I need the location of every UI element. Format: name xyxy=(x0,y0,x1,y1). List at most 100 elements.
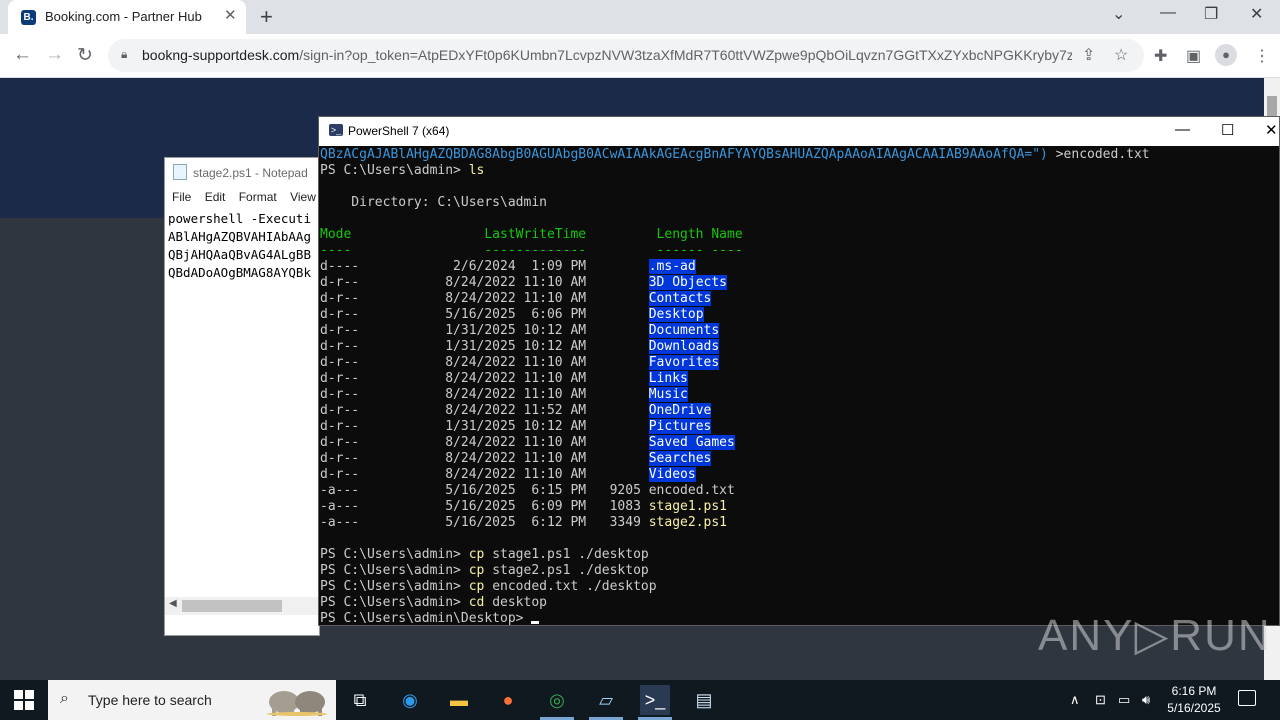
row-meta: d---- 2/6/2024 1:09 PM xyxy=(320,259,649,274)
directory-listing-row: d---- 2/6/2024 1:09 PM .ms-ad xyxy=(320,259,1279,275)
notepad-menu-format[interactable]: Format xyxy=(239,190,277,204)
scroll-left-arrow-icon[interactable]: ◀ xyxy=(169,598,177,609)
encoded-line-tail: QBzACgAJABlAHgAZQBDAG8AbgB0AGUAbgB0ACwAI… xyxy=(320,147,1048,162)
new-tab-icon[interactable]: + xyxy=(260,4,273,30)
powershell-titlebar: >_ PowerShell 7 (x64) — ☐ ✕ xyxy=(319,117,1279,146)
directory-listing-row: d-r-- 1/31/2025 10:12 AM Documents xyxy=(320,323,1279,339)
directory-listing-row: d-r-- 8/24/2022 11:52 AM OneDrive xyxy=(320,403,1279,419)
bookmark-star-icon[interactable]: ☆ xyxy=(1114,45,1128,65)
remote-desktop-icon[interactable]: ▤ xyxy=(689,685,719,715)
ps-close-icon[interactable]: ✕ xyxy=(1265,121,1278,139)
row-name: Favorites xyxy=(648,355,720,370)
notepad-line: QBdADoAOgBMAG8AYQBk xyxy=(168,265,311,280)
row-meta: -a--- 5/16/2025 6:12 PM 3349 xyxy=(320,515,649,530)
browser-minimize-icon[interactable]: — xyxy=(1160,4,1176,22)
row-name: .ms-ad xyxy=(648,259,696,274)
prompt-desktop: PS C:\Users\admin\Desktop> xyxy=(320,611,532,626)
row-name: Pictures xyxy=(648,419,712,434)
directory-listing-row: d-r-- 8/24/2022 11:10 AM Music xyxy=(320,387,1279,403)
browser-tab-active[interactable]: B. Booking.com - Partner Hub ✕ xyxy=(8,0,246,34)
search-highlight-elephants-icon xyxy=(267,691,327,716)
system-clock[interactable]: 6:16 PM 5/16/2025 xyxy=(1162,683,1226,717)
terminal-line: PS C:\Users\admin> ls xyxy=(320,163,1279,179)
directory-listing-row: d-r-- 8/24/2022 11:10 AM 3D Objects xyxy=(320,275,1279,291)
chrome-icon[interactable]: ◎ xyxy=(542,685,572,715)
notepad-line: QBjAHQAaQBvAG4ALgBB xyxy=(168,247,311,262)
taskbar-search-box[interactable]: ⌕ Type here to search xyxy=(48,680,336,720)
task-view-icon[interactable]: ⧉ xyxy=(345,685,375,715)
profile-avatar-icon[interactable]: ● xyxy=(1215,44,1237,66)
tray-network-icon[interactable]: ⊡ xyxy=(1095,692,1106,708)
powershell-icon: >_ xyxy=(329,124,343,136)
address-bar[interactable]: 🔒︎ bookng-supportdesk.com/sign-in?op_tok… xyxy=(108,39,1144,72)
notepad-text-area[interactable]: powershell -Executi ABlAHgAZQBVAHIAbAAg QB… xyxy=(168,210,311,282)
directory-listing-row: d-r-- 1/31/2025 10:12 AM Pictures xyxy=(320,419,1279,435)
tray-volume-icon[interactable]: 🔊︎ xyxy=(1142,692,1150,708)
browser-toolbar: ← → ↻ 🔒︎ bookng-supportdesk.com/sign-in?… xyxy=(0,34,1280,78)
row-name: Links xyxy=(648,371,688,386)
tray-display-icon[interactable]: ▭ xyxy=(1118,692,1130,708)
command-verb: cd xyxy=(468,595,485,610)
side-panel-icon[interactable]: ▣ xyxy=(1186,46,1201,66)
powershell-taskbar-icon[interactable]: >_ xyxy=(640,685,670,715)
ps-maximize-icon[interactable]: ☐ xyxy=(1221,121,1234,139)
row-meta: d-r-- 8/24/2022 11:10 AM xyxy=(320,355,649,370)
reload-icon[interactable]: ↻ xyxy=(77,44,93,67)
notification-center-icon[interactable] xyxy=(1238,690,1256,706)
notepad-line: ABlAHgAZQBVAHIAbAAg xyxy=(168,229,311,244)
row-meta: d-r-- 8/24/2022 11:10 AM xyxy=(320,387,649,402)
row-meta: d-r-- 8/24/2022 11:52 AM xyxy=(320,403,649,418)
row-meta: d-r-- 1/31/2025 10:12 AM xyxy=(320,323,649,338)
browser-close-icon[interactable]: ✕ xyxy=(1250,4,1263,24)
notepad-menu-edit[interactable]: Edit xyxy=(205,190,226,204)
notepad-scroll-thumb[interactable] xyxy=(182,600,282,612)
row-name: Music xyxy=(648,387,688,402)
command-ls: ls xyxy=(468,163,485,178)
ps-minimize-icon[interactable]: — xyxy=(1175,121,1190,138)
row-meta: d-r-- 8/24/2022 11:10 AM xyxy=(320,435,649,450)
notepad-window[interactable]: stage2.ps1 - Notepad File Edit Format Vi… xyxy=(164,157,320,636)
directory-listing-row: d-r-- 5/16/2025 6:06 PM Desktop xyxy=(320,307,1279,323)
tab-search-chevron-icon[interactable]: ⌄ xyxy=(1112,4,1125,24)
row-name: Contacts xyxy=(648,291,712,306)
command-args: stage2.ps1 ./desktop xyxy=(484,563,649,578)
firefox-icon[interactable]: ● xyxy=(493,685,523,715)
file-explorer-icon[interactable]: ▬ xyxy=(444,685,474,715)
extensions-puzzle-icon[interactable]: ✚ xyxy=(1154,46,1167,66)
command-line: PS C:\Users\admin> cp stage2.ps1 ./deskt… xyxy=(320,563,1279,579)
row-meta: d-r-- 1/31/2025 10:12 AM xyxy=(320,339,649,354)
row-meta: d-r-- 5/16/2025 6:06 PM xyxy=(320,307,649,322)
share-icon[interactable]: ⇪ xyxy=(1082,45,1095,65)
directory-listing-row: d-r-- 8/24/2022 11:10 AM Searches xyxy=(320,451,1279,467)
kebab-menu-icon[interactable]: ⋮ xyxy=(1254,46,1270,66)
notepad-menu-file[interactable]: File xyxy=(172,190,191,204)
browser-restore-icon[interactable]: ❐ xyxy=(1204,4,1218,24)
prompt: PS C:\Users\admin> xyxy=(320,547,469,562)
command-args: encoded.txt ./desktop xyxy=(484,579,657,594)
lock-icon[interactable]: 🔒︎ xyxy=(121,47,127,62)
tab-close-icon[interactable]: ✕ xyxy=(224,6,237,24)
notepad-menu-view[interactable]: View xyxy=(290,190,316,204)
row-name: 3D Objects xyxy=(648,275,728,290)
windows-taskbar: ⌕ Type here to search ⧉ ◉ ▬ ● ◎ ▱ >_ ▤ ∧… xyxy=(0,680,1280,720)
edge-browser-icon[interactable]: ◉ xyxy=(395,685,425,715)
row-name: OneDrive xyxy=(648,403,712,418)
directory-listing: d---- 2/6/2024 1:09 PM .ms-ad d-r-- 8/24/… xyxy=(320,259,1279,531)
command-verb: cp xyxy=(468,563,485,578)
notepad-taskbar-icon[interactable]: ▱ xyxy=(591,685,621,715)
page-scrollbar-thumb[interactable] xyxy=(1267,96,1277,116)
forward-arrow-icon[interactable]: → xyxy=(45,44,64,66)
back-arrow-icon[interactable]: ← xyxy=(13,44,32,66)
tray-chevron-icon[interactable]: ∧ xyxy=(1070,692,1080,708)
directory-listing-row: d-r-- 1/31/2025 10:12 AM Downloads xyxy=(320,339,1279,355)
terminal-line: QBzACgAJABlAHgAZQBDAG8AbgB0AGUAbgB0ACwAI… xyxy=(320,147,1279,163)
command-verb: cp xyxy=(468,579,485,594)
row-name: Searches xyxy=(648,451,712,466)
terminal-output[interactable]: QBzACgAJABlAHgAZQBDAG8AbgB0AGUAbgB0ACwAI… xyxy=(320,147,1279,626)
booking-favicon-icon: B. xyxy=(21,10,36,25)
windows-start-icon[interactable] xyxy=(14,690,34,710)
url-text[interactable]: bookng-supportdesk.com/sign-in?op_token=… xyxy=(142,47,1072,63)
directory-listing-row: -a--- 5/16/2025 6:15 PM 9205 encoded.txt xyxy=(320,483,1279,499)
powershell-window[interactable]: >_ PowerShell 7 (x64) — ☐ ✕ QBzACgAJABlA… xyxy=(318,116,1280,626)
